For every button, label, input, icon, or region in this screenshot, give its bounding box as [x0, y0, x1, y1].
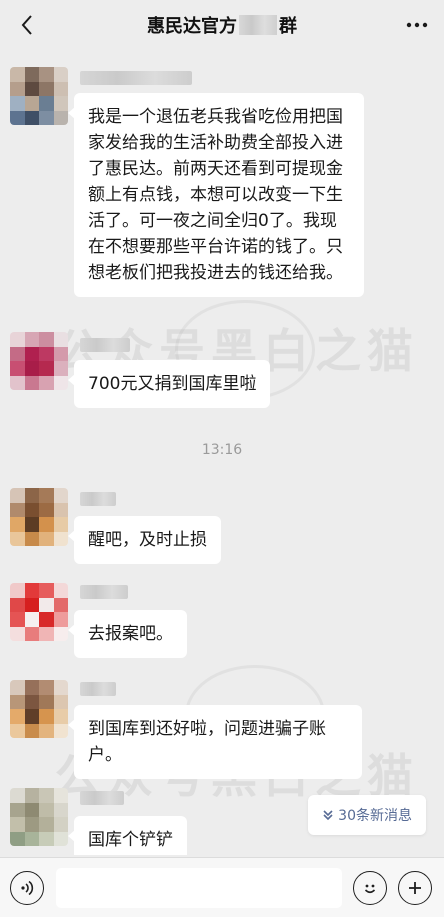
chat-title-suffix: 群: [279, 16, 297, 37]
emoji-button[interactable]: [353, 871, 387, 905]
voice-button[interactable]: [10, 871, 44, 905]
timestamp: 13:16: [201, 442, 243, 458]
message-bubble[interactable]: 我是一个退伍老兵我省吃俭用把国家发给我的生活补助费全部投入进了惠民达。前两天还看…: [68, 93, 364, 297]
chat-title: 惠民达官方 群: [147, 12, 297, 38]
sender-name-mosaic: [80, 71, 192, 85]
sender-name-mosaic: [80, 682, 116, 696]
message-bubble[interactable]: 国库个铲铲: [68, 816, 187, 855]
message-bubble[interactable]: 到国库到还好啦，问题进骗子账户。: [68, 705, 362, 779]
avatar[interactable]: [10, 67, 68, 125]
avatar[interactable]: [10, 488, 68, 546]
plus-button[interactable]: [398, 871, 432, 905]
message-bubble[interactable]: 醒吧，及时止损: [68, 516, 221, 564]
chat-title-prefix: 惠民达官方: [147, 16, 237, 37]
back-button[interactable]: [10, 8, 44, 42]
message-input[interactable]: [56, 868, 342, 908]
avatar[interactable]: [10, 332, 68, 390]
title-bar: 惠民达官方 群: [0, 0, 444, 50]
more-button[interactable]: [402, 10, 432, 40]
voice-icon: [21, 880, 34, 896]
sender-name-mosaic: [80, 585, 128, 599]
message-bubble[interactable]: 700元又捐到国库里啦: [67, 360, 271, 408]
double-chevron-down-icon: [323, 810, 333, 821]
sender-name-mosaic: [80, 791, 124, 805]
avatar[interactable]: [10, 680, 68, 738]
sender-name-mosaic: [80, 338, 130, 352]
more-dots-icon: [406, 22, 428, 28]
chevron-left-icon: [21, 15, 32, 35]
plus-icon: [409, 882, 421, 894]
input-bar: [0, 857, 444, 917]
sender-name-mosaic: [80, 492, 116, 506]
avatar[interactable]: [10, 583, 68, 641]
avatar[interactable]: [10, 788, 68, 846]
title-mosaic: [239, 15, 277, 35]
emoji-icon: [364, 884, 376, 894]
new-messages-label: 30条新消息: [338, 808, 412, 824]
message-bubble[interactable]: 去报案吧。: [68, 610, 187, 658]
new-messages-button[interactable]: 30条新消息: [308, 795, 426, 835]
chat-area[interactable]: 公众号黑白之猫 公众号黑白之猫 我是一个退伍老兵我省吃俭用把国家发给我的生活补助…: [0, 50, 444, 855]
